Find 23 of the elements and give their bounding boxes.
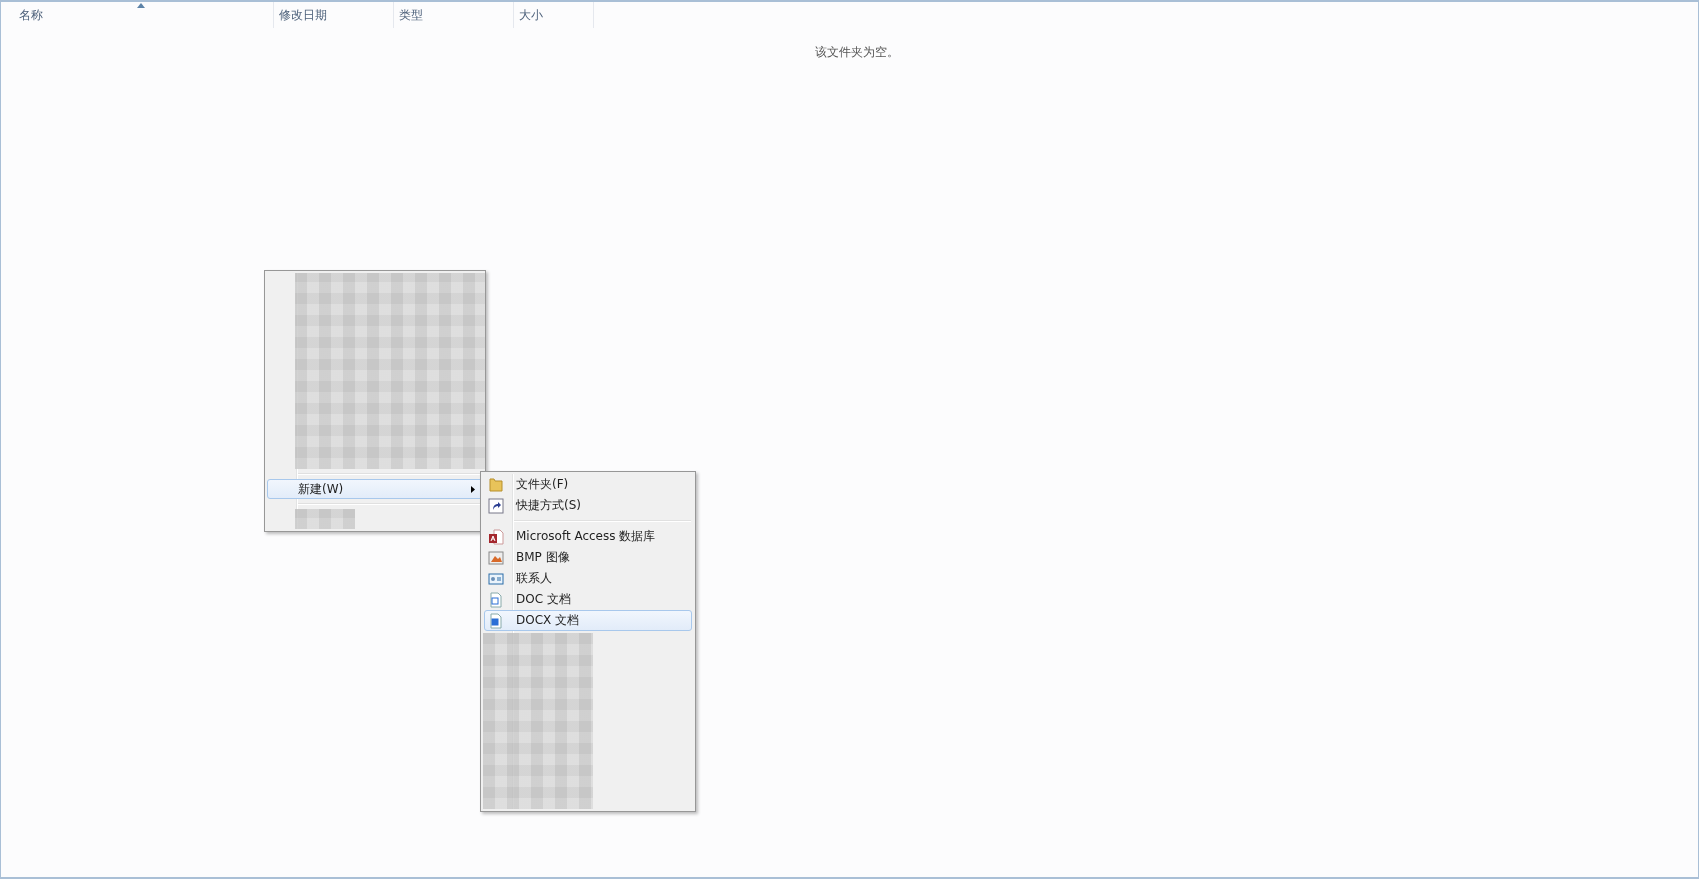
database-document-icon [488,529,504,545]
menu-item[interactable]: DOCX 文档 [484,610,692,631]
column-label: 修改日期 [279,6,327,24]
column-header[interactable]: 名称 [1,2,274,28]
menu-item[interactable]: 文件夹(F) [484,474,692,495]
image-icon [488,550,504,566]
word-document-icon [488,592,504,608]
menu-item[interactable]: 快捷方式(S) [484,495,692,516]
menu-item[interactable]: 新建(W) [267,479,483,499]
column-label: 名称 [19,6,43,24]
menu-item[interactable]: Microsoft Access 数据库 [484,526,692,547]
column-header[interactable]: 类型 [394,2,514,28]
empty-folder-message: 该文件夹为空。 [814,44,900,61]
column-label: 大小 [519,6,543,24]
folder-icon [488,477,504,493]
column-label: 类型 [399,6,423,24]
menu-item[interactable]: 联系人 [484,568,692,589]
contact-card-icon [488,571,504,587]
menu-item[interactable]: BMP 图像 [484,547,692,568]
menu-item[interactable]: DOC 文档 [484,589,692,610]
column-header[interactable]: 大小 [514,2,594,28]
column-header[interactable]: 修改日期 [274,2,394,28]
word-document-icon [488,613,504,629]
